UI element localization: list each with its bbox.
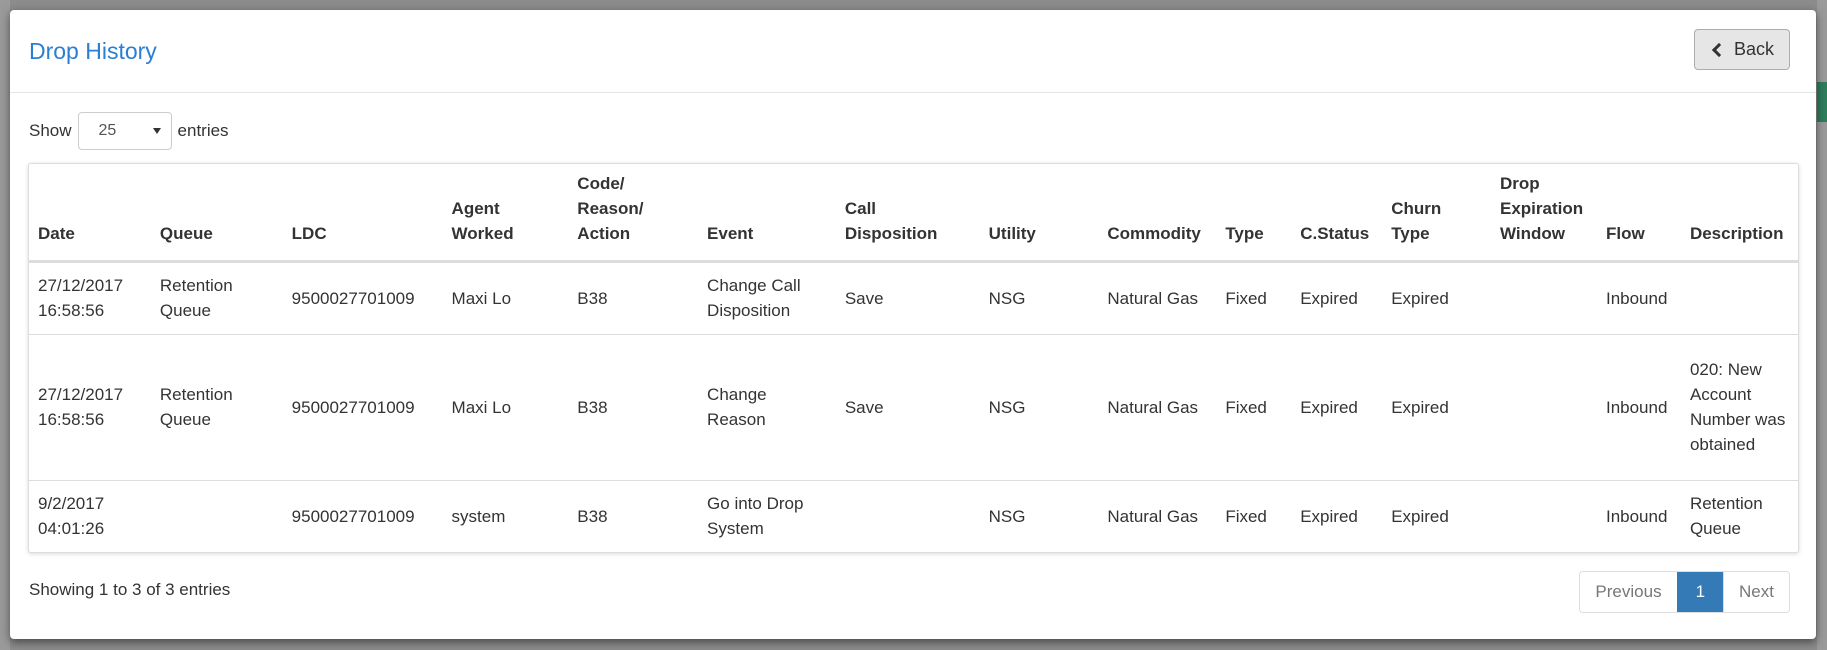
cell-c-status: Expired	[1291, 333, 1383, 480]
column-header-drop-expiration-window[interactable]: Drop Expiration Window	[1491, 164, 1597, 263]
cell-flow: Inbound	[1605, 288, 1668, 308]
cell-queue: Retention Queue	[150, 333, 283, 480]
cell-flow: Inbound	[1596, 479, 1681, 552]
column-header-call-disposition[interactable]: Call Disposition	[835, 164, 980, 263]
cell-date: 27/12/2017 16:58:56	[38, 276, 124, 320]
cell-date: 27/12/2017 16:58:56	[29, 333, 151, 480]
cell-utility: NSG	[979, 333, 1099, 480]
cell-queue	[150, 479, 283, 552]
column-header-date[interactable]: Date	[29, 164, 151, 263]
cell-call-disposition: Save	[835, 333, 980, 480]
column-header-type[interactable]: Type	[1216, 164, 1292, 263]
column-header-ldc[interactable]: LDC	[282, 164, 443, 263]
column-header-event[interactable]: Event	[698, 164, 836, 263]
cell-agent-worked: Maxi Lo	[442, 333, 569, 480]
cell-drop-expiration-window	[1491, 479, 1597, 552]
cell-ldc: 9500027701009	[282, 479, 443, 552]
cell-call-disposition	[835, 479, 980, 552]
cell-c-status: Expired	[1300, 288, 1358, 308]
entries-label: entries	[177, 121, 229, 140]
modal-title: Drop History	[29, 38, 157, 64]
cell-utility: NSG	[979, 479, 1099, 552]
cell-drop-expiration-window	[1491, 333, 1597, 480]
chevron-left-icon	[1711, 42, 1727, 57]
drop-history-modal: Drop History Back Show 25 entries Date Qu…	[10, 10, 1816, 639]
cell-call-disposition: Save	[844, 288, 884, 308]
cell-type: Fixed	[1216, 333, 1292, 480]
cell-agent-worked: Maxi Lo	[451, 288, 512, 308]
cell-event: Change Reason	[698, 333, 836, 480]
cell-churn-type: Expired	[1382, 333, 1491, 480]
back-button-label: Back	[1733, 39, 1775, 59]
column-header-description[interactable]: Description	[1680, 164, 1798, 263]
table-row: 9/2/2017 04:01:26 9500027701009 system B38 G…	[29, 479, 1798, 552]
cell-code-reason-action: B38	[568, 479, 699, 552]
cell-event: Change Call Disposition	[707, 276, 801, 320]
cell-description	[1681, 261, 1798, 334]
table-body: 27/12/2017 16:58:56 Retention Queue 950002…	[29, 261, 1798, 552]
drop-history-table-container: Date Queue LDC Agent Worked Code/ Reason/ Ac…	[28, 163, 1799, 553]
column-header-c-status[interactable]: C.Status	[1291, 164, 1383, 263]
cell-type: Fixed	[1216, 479, 1292, 552]
background-left-edge	[0, 0, 10, 650]
cell-code-reason-action: B38	[577, 288, 608, 308]
show-label: Show	[29, 121, 72, 140]
entries-per-page-select[interactable]: 25	[77, 112, 172, 150]
column-header-agent-worked[interactable]: Agent Worked	[442, 164, 569, 263]
cell-flow: Inbound	[1596, 333, 1681, 480]
cell-agent-worked: system	[442, 479, 569, 552]
cell-date: 9/2/2017 04:01:26	[29, 479, 151, 552]
column-header-commodity[interactable]: Commodity	[1098, 164, 1217, 263]
cell-event: Go into Drop System	[698, 479, 836, 552]
cell-type: Fixed	[1225, 288, 1267, 308]
entries-length-control: Show 25 entries	[29, 112, 229, 150]
caret-down-icon	[152, 128, 161, 134]
entries-per-page-value: 25	[98, 122, 117, 139]
pagination: Previous 1 Next	[1579, 571, 1790, 613]
cell-ldc: 9500027701009	[282, 333, 443, 480]
column-header-utility[interactable]: Utility	[979, 164, 1099, 263]
pagination-next[interactable]: Next	[1723, 572, 1789, 612]
column-header-queue[interactable]: Queue	[150, 164, 283, 263]
back-button[interactable]: Back	[1694, 29, 1790, 70]
column-header-code-reason-action[interactable]: Code/ Reason/ Action	[568, 164, 699, 263]
table-row: 27/12/2017 16:58:56 Retention Queue 950002…	[29, 333, 1798, 480]
cell-queue: Retention Queue	[159, 276, 233, 320]
cell-description: 020: New Account Number was obtained	[1680, 333, 1798, 480]
cell-drop-expiration-window	[1491, 261, 1597, 334]
column-header-churn-type[interactable]: Churn Type	[1382, 164, 1491, 263]
table-info: Showing 1 to 3 of 3 entries	[29, 580, 231, 599]
drop-history-table: Date Queue LDC Agent Worked Code/ Reason/ Ac…	[29, 164, 1798, 552]
table-row: 27/12/2017 16:58:56 Retention Queue 950002…	[29, 261, 1798, 334]
background-green-tab	[1817, 82, 1827, 122]
cell-commodity: Natural Gas	[1107, 288, 1199, 308]
cell-ldc: 9500027701009	[291, 288, 415, 308]
modal-header: Drop History Back	[10, 10, 1816, 93]
cell-commodity: Natural Gas	[1098, 479, 1217, 552]
column-header-flow[interactable]: Flow	[1596, 164, 1681, 263]
table-header-row: Date Queue LDC Agent Worked Code/ Reason/ Ac…	[29, 164, 1798, 263]
cell-code-reason-action: B38	[568, 333, 699, 480]
pagination-previous[interactable]: Previous	[1580, 572, 1677, 612]
cell-commodity: Natural Gas	[1098, 333, 1217, 480]
cell-churn-type: Expired	[1382, 479, 1491, 552]
cell-churn-type: Expired	[1391, 288, 1449, 308]
cell-utility: NSG	[988, 288, 1026, 308]
pagination-page-1[interactable]: 1	[1676, 572, 1724, 612]
cell-c-status: Expired	[1291, 479, 1383, 552]
cell-description: Retention Queue	[1680, 479, 1798, 552]
